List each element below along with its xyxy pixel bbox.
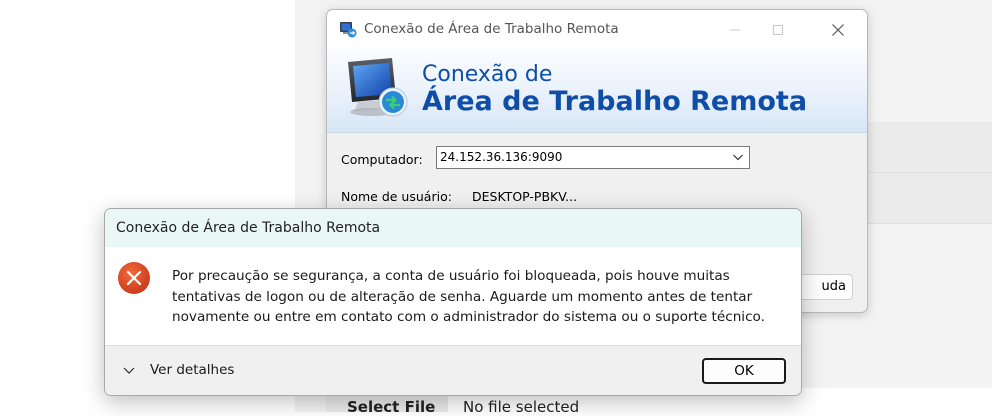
computer-value: 24.152.36.136:9090 bbox=[440, 150, 563, 164]
computer-label: Computador: bbox=[341, 152, 423, 167]
username-value: DESKTOP-PBKV... bbox=[472, 189, 578, 204]
background-row bbox=[864, 122, 992, 173]
minimize-button[interactable] bbox=[722, 17, 748, 43]
error-dialog-title: Conexão de Área de Trabalho Remota bbox=[116, 220, 381, 236]
close-button[interactable] bbox=[825, 17, 851, 43]
banner-title-line1: Conexão de bbox=[422, 62, 553, 87]
remote-desktop-icon bbox=[340, 22, 357, 38]
rdp-titlebar: Conexão de Área de Trabalho Remota bbox=[327, 10, 867, 48]
banner-title-line2: Área de Trabalho Remota bbox=[422, 86, 808, 117]
chevron-down-icon bbox=[123, 367, 135, 374]
select-file-button[interactable]: Select File bbox=[347, 398, 435, 416]
chevron-down-icon[interactable] bbox=[731, 150, 745, 164]
rdp-window-title: Conexão de Área de Trabalho Remota bbox=[364, 21, 619, 37]
error-dialog: Conexão de Área de Trabalho Remota Por p… bbox=[104, 208, 802, 396]
ok-button[interactable]: OK bbox=[702, 358, 786, 384]
error-dialog-titlebar: Conexão de Área de Trabalho Remota bbox=[105, 209, 801, 247]
error-dialog-footer: Ver detalhes OK bbox=[105, 345, 801, 395]
maximize-icon bbox=[773, 25, 783, 35]
username-label: Nome de usuário: bbox=[341, 189, 452, 204]
computer-combobox[interactable]: 24.152.36.136:9090 bbox=[436, 146, 750, 169]
minimize-icon bbox=[730, 29, 740, 31]
file-status-text: No file selected bbox=[463, 398, 580, 416]
rdp-banner: Conexão de Área de Trabalho Remota bbox=[327, 48, 867, 133]
error-message: Por precaução se segurança, a conta de u… bbox=[172, 268, 765, 325]
details-toggle[interactable]: Ver detalhes bbox=[122, 362, 234, 378]
maximize-button[interactable] bbox=[765, 17, 791, 43]
error-icon bbox=[118, 262, 150, 294]
details-label: Ver detalhes bbox=[150, 362, 235, 378]
remote-desktop-icon bbox=[348, 58, 408, 117]
background-row bbox=[864, 173, 992, 224]
close-icon bbox=[832, 24, 844, 36]
